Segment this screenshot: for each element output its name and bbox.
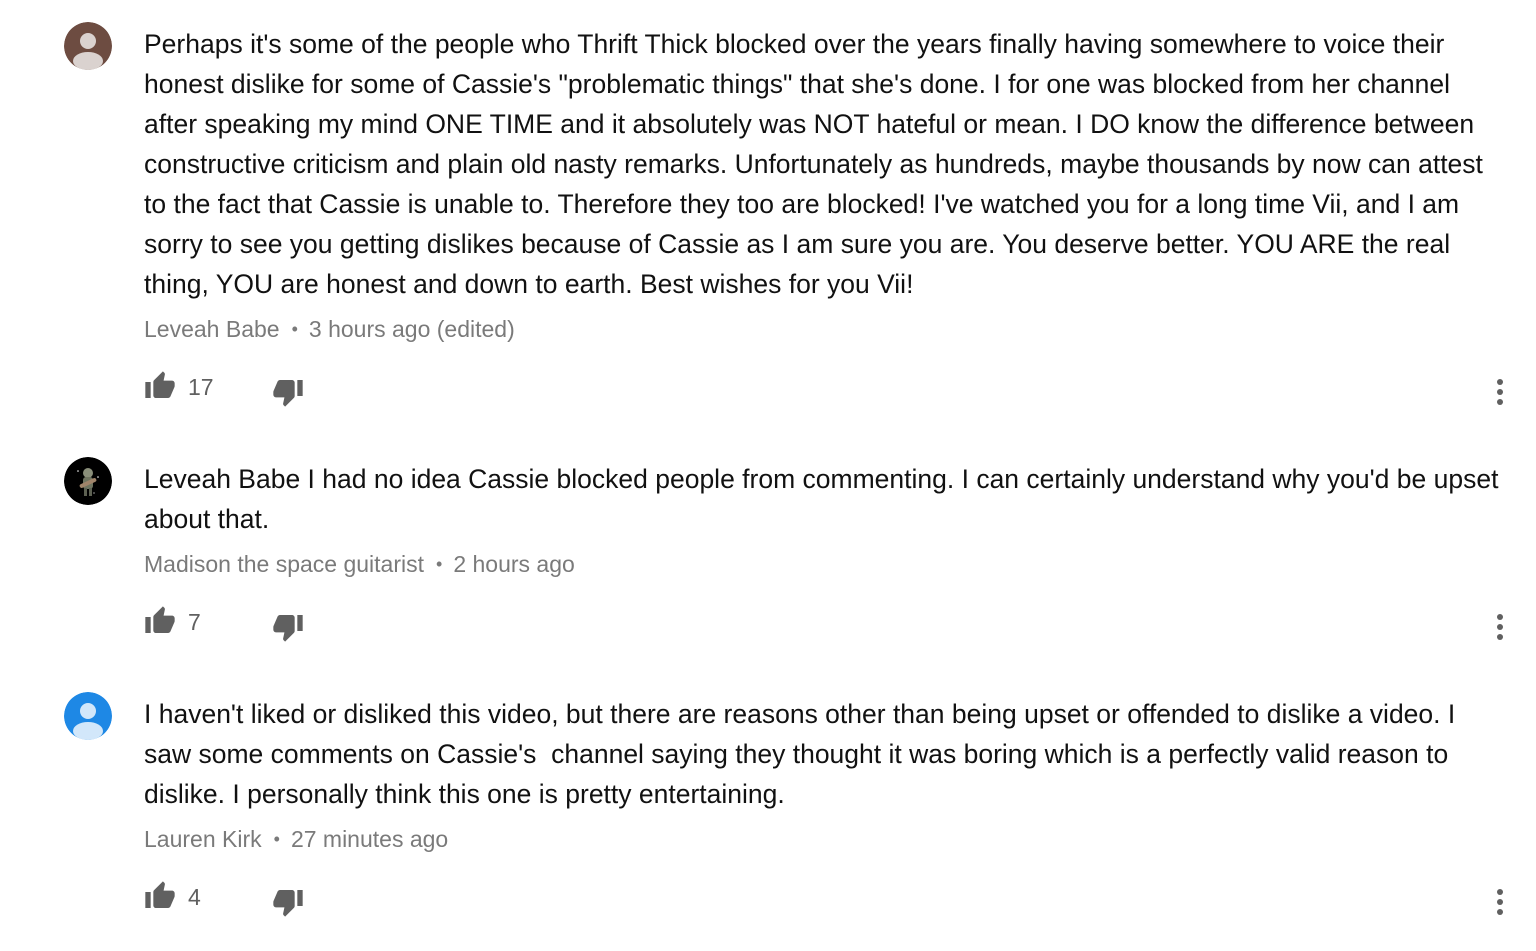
comment-text: Perhaps it's some of the people who Thri… — [144, 29, 1491, 299]
comment-meta: Lauren Kirk • 27 minutes ago — [144, 824, 1504, 854]
like-count: 17 — [188, 374, 214, 400]
comment-meta: Leveah Babe • 3 hours ago (edited) — [144, 314, 1504, 344]
like-button[interactable] — [144, 880, 178, 914]
comment-menu-button[interactable] — [1488, 610, 1512, 644]
thumb-down-icon — [273, 615, 303, 642]
author-avatar[interactable] — [64, 692, 112, 740]
comment-timestamp[interactable]: 2 hours ago — [453, 551, 574, 577]
separator-dot: • — [273, 829, 280, 849]
thumb-down-icon — [273, 890, 303, 917]
comment-menu-button[interactable] — [1488, 375, 1512, 409]
separator-dot: • — [436, 554, 443, 574]
like-count: 7 — [188, 609, 201, 635]
default-user-avatar-icon — [64, 22, 112, 70]
comment-timestamp[interactable]: 3 hours ago (edited) — [309, 316, 515, 342]
comment-timestamp[interactable]: 27 minutes ago — [291, 826, 448, 852]
thumb-up-icon — [145, 606, 175, 633]
default-user-avatar-icon — [64, 692, 112, 740]
like-button[interactable] — [144, 605, 178, 639]
comment-text: Leveah Babe I had no idea Cassie blocked… — [144, 464, 1506, 534]
comment-meta: Madison the space guitarist • 2 hours ago — [144, 549, 1504, 579]
separator-dot: • — [291, 319, 298, 339]
like-count: 4 — [188, 884, 201, 910]
author-name[interactable]: Lauren Kirk — [144, 826, 262, 852]
author-name[interactable]: Madison the space guitarist — [144, 551, 424, 577]
thumb-down-icon — [273, 380, 303, 407]
astronaut-guitarist-avatar-icon — [64, 457, 112, 505]
dislike-button[interactable] — [272, 376, 306, 410]
comment-menu-button[interactable] — [1488, 885, 1512, 919]
like-button[interactable] — [144, 370, 178, 404]
more-vertical-icon — [1497, 889, 1503, 915]
dislike-button[interactable] — [272, 886, 306, 920]
dislike-button[interactable] — [272, 611, 306, 645]
thumb-up-icon — [145, 881, 175, 908]
more-vertical-icon — [1497, 379, 1503, 405]
more-vertical-icon — [1497, 614, 1503, 640]
comment-text: I haven't liked or disliked this video, … — [144, 699, 1463, 809]
author-name[interactable]: Leveah Babe — [144, 316, 280, 342]
thumb-up-icon — [145, 371, 175, 398]
author-avatar[interactable] — [64, 22, 112, 70]
author-avatar[interactable] — [64, 457, 112, 505]
